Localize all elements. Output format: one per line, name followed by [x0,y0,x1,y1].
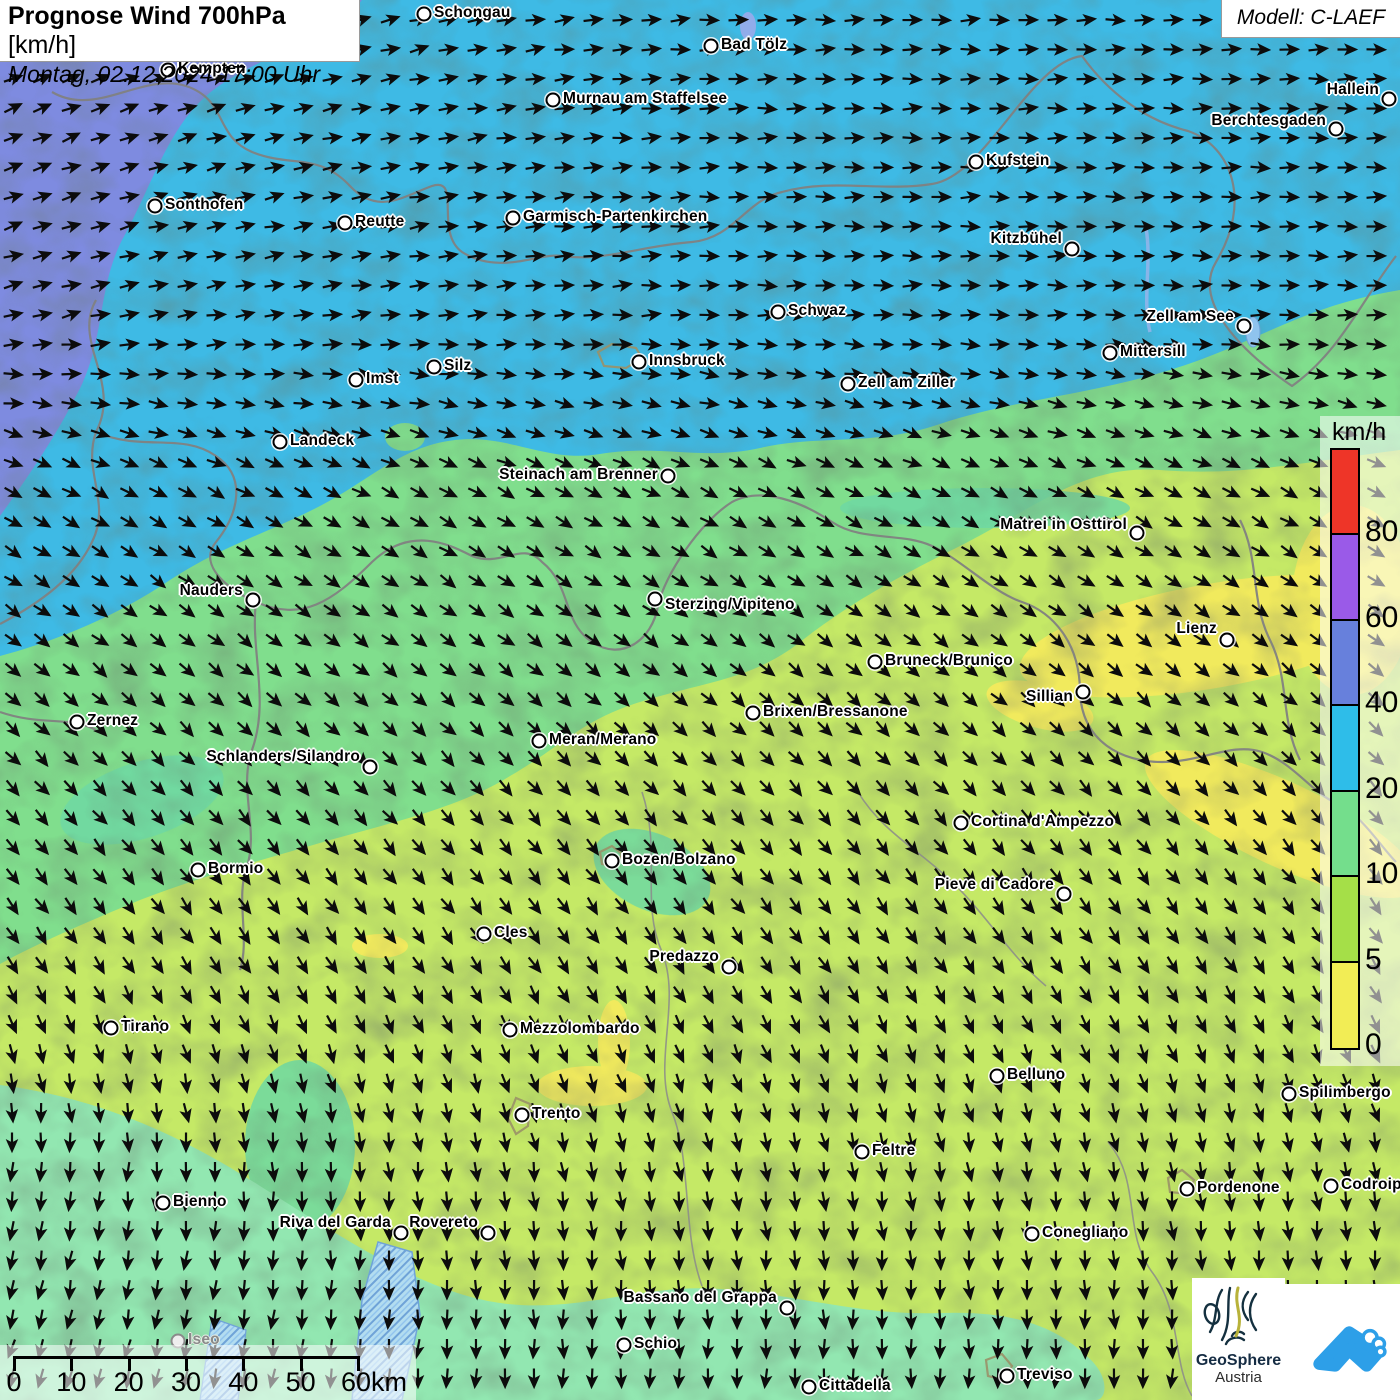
legend-segment [1332,792,1358,877]
valid-time: Montag, 02.12.2024 17:00 Uhr [8,60,351,88]
legend-tick-label: 10 [1365,857,1398,891]
legend-segment [1332,450,1358,535]
legend-unit-label: km/h [1332,418,1386,447]
title-panel: Prognose Wind 700hPa [km/h] Montag, 02.1… [0,0,360,62]
geosphere-logo-box: GeoSphere Austria [1192,1278,1285,1400]
distance-scalebar-panel: 0 10 20 30 40 50 60km [0,1345,416,1400]
geosphere-wordmark: GeoSphere [1192,1352,1285,1369]
legend-segment [1332,877,1358,962]
scalebar-label: 0 [6,1367,21,1398]
scalebar-label: 40 [228,1367,258,1398]
title-unit: [km/h] [8,31,76,59]
model-label-panel: Modell: C-LAEF [1221,0,1400,38]
legend-tick-label: 0 [1365,1028,1382,1062]
mountain-cloud-icon [1295,1294,1391,1390]
legend-tick-label: 5 [1365,943,1382,977]
legend-segment [1332,963,1358,1048]
wind-arrow-field [0,0,1400,1400]
legend-segment [1332,706,1358,791]
wind-arrows [3,12,1386,1387]
scalebar-label: 50 [286,1367,316,1398]
title-main: Prognose Wind 700hPa [8,2,286,30]
map-title: Prognose Wind 700hPa [km/h] [8,2,351,60]
scalebar-label: 60km [341,1367,407,1398]
legend-tick-label: 20 [1365,772,1398,806]
legend-tick-label: 40 [1365,686,1398,720]
legend-panel: km/h 80 60 40 20 10 5 0 [1320,416,1400,1066]
partner-logo-box [1285,1284,1400,1400]
legend-segment [1332,621,1358,706]
geosphere-austria: Austria [1192,1369,1285,1386]
scalebar-label: 10 [56,1367,86,1398]
legend-tick-label: 60 [1365,601,1398,635]
geosphere-contours-icon [1192,1282,1270,1354]
legend-segment [1332,535,1358,620]
scalebar-label: 30 [171,1367,201,1398]
weather-map-stage: SchongauBad TölzKemptenHalleinMurnau am … [0,0,1400,1400]
scalebar-label: 20 [114,1367,144,1398]
legend-tick-label: 80 [1365,515,1398,549]
legend-color-bar [1330,448,1360,1050]
